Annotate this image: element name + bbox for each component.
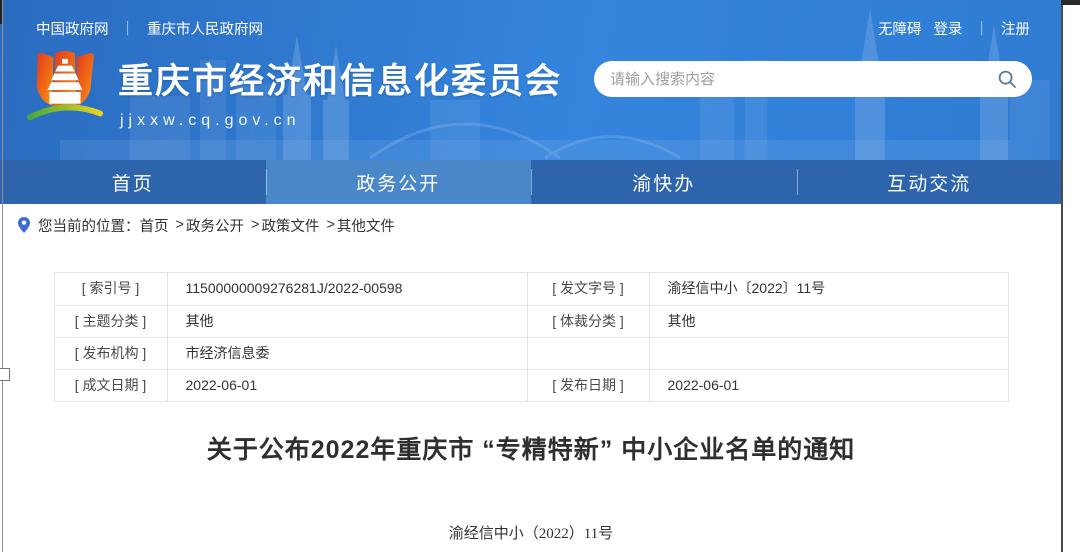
left-edge-corner-mark: [0, 0, 2, 24]
meta-label-genre-category: [ 体裁分类 ]: [527, 305, 649, 337]
nav-item-yukuaiban[interactable]: 渝快办: [531, 160, 797, 204]
search-box: [594, 61, 1032, 97]
meta-value-publisher: 市经济信息委: [167, 337, 527, 369]
meta-value-genre-category: 其他: [649, 305, 1008, 337]
left-edge-line: [2, 0, 3, 552]
link-login[interactable]: 登录: [934, 18, 963, 39]
meta-value-empty: [649, 337, 1008, 369]
meta-value-publish-date: 2022-06-01: [649, 369, 1008, 401]
nav-item-gov-info[interactable]: 政务公开: [266, 160, 532, 204]
breadcrumb-separator: >: [326, 217, 334, 233]
search-icon: [997, 69, 1017, 89]
link-accessibility[interactable]: 无障碍: [878, 18, 922, 39]
top-links-right: 无障碍 登录 ｜ 注册: [878, 18, 1030, 39]
breadcrumb-separator: >: [176, 217, 184, 233]
search-input[interactable]: [610, 71, 994, 88]
search-button[interactable]: [994, 66, 1020, 92]
breadcrumb-item-policy-docs[interactable]: 政策文件: [261, 215, 319, 236]
breadcrumb-item-other-docs[interactable]: 其他文件: [337, 215, 395, 236]
nav-item-interaction[interactable]: 互动交流: [797, 160, 1063, 204]
site-domain: jjxxw.cq.gov.cn: [120, 112, 562, 130]
breadcrumb-prefix: 您当前的位置：: [38, 215, 140, 236]
meta-label-doc-symbol: [ 发文字号 ]: [527, 273, 649, 305]
link-china-gov[interactable]: 中国政府网: [36, 18, 109, 39]
article-doc-number: 渝经信中小（2022）11号: [0, 522, 1062, 543]
doc-meta-table: [ 索引号 ] 11500000009276281J/2022-00598 [ …: [54, 272, 1009, 402]
top-separator: ｜: [121, 18, 136, 39]
top-separator: ｜: [975, 18, 990, 39]
meta-label-written-date: [ 成文日期 ]: [55, 369, 167, 401]
meta-value-index-number: 11500000009276281J/2022-00598: [167, 273, 527, 305]
breadcrumb: 您当前的位置： 首页 > 政务公开 > 政策文件 > 其他文件: [0, 204, 1062, 246]
meta-label-publisher: [ 发布机构 ]: [55, 337, 167, 369]
breadcrumb-item-gov-info[interactable]: 政务公开: [186, 215, 244, 236]
location-pin-icon: [18, 217, 30, 233]
site-name: 重庆市经济和信息化委员会: [118, 53, 562, 104]
site-logo[interactable]: [26, 49, 104, 133]
link-register[interactable]: 注册: [1001, 18, 1030, 39]
meta-label-subject-category: [ 主题分类 ]: [55, 305, 167, 337]
right-edge-line: [1061, 0, 1063, 552]
meta-value-written-date: 2022-06-01: [167, 369, 527, 401]
site-header: 中国政府网 ｜ 重庆市人民政府网 无障碍 登录 ｜ 注册: [0, 0, 1062, 160]
top-links-left: 中国政府网 ｜ 重庆市人民政府网: [36, 18, 263, 39]
meta-label-publish-date: [ 发布日期 ]: [527, 369, 649, 401]
right-edge-corner-mark: [1061, 0, 1080, 5]
article-title: 关于公布2022年重庆市 “专精特新” 中小企业名单的通知: [0, 430, 1062, 466]
main-content: [ 索引号 ] 11500000009276281J/2022-00598 [ …: [0, 272, 1062, 543]
meta-label-empty: [527, 337, 649, 369]
page: 中国政府网 ｜ 重庆市人民政府网 无障碍 登录 ｜ 注册: [0, 0, 1062, 543]
breadcrumb-item-home[interactable]: 首页: [140, 215, 169, 236]
breadcrumb-separator: >: [251, 217, 259, 233]
meta-label-index-number: [ 索引号 ]: [55, 273, 167, 305]
meta-value-subject-category: 其他: [167, 305, 527, 337]
nav-item-home[interactable]: 首页: [0, 160, 266, 204]
main-nav: 首页 政务公开 渝快办 互动交流: [0, 160, 1062, 204]
link-chongqing-gov[interactable]: 重庆市人民政府网: [147, 18, 263, 39]
top-bar: 中国政府网 ｜ 重庆市人民政府网 无障碍 登录 ｜ 注册: [26, 0, 1036, 39]
meta-value-doc-symbol: 渝经信中小〔2022〕11号: [649, 273, 1008, 305]
site-title-block: 重庆市经济和信息化委员会 jjxxw.cq.gov.cn: [118, 53, 562, 130]
header-main: 重庆市经济和信息化委员会 jjxxw.cq.gov.cn: [26, 49, 1036, 133]
left-resize-handle[interactable]: [0, 368, 10, 381]
